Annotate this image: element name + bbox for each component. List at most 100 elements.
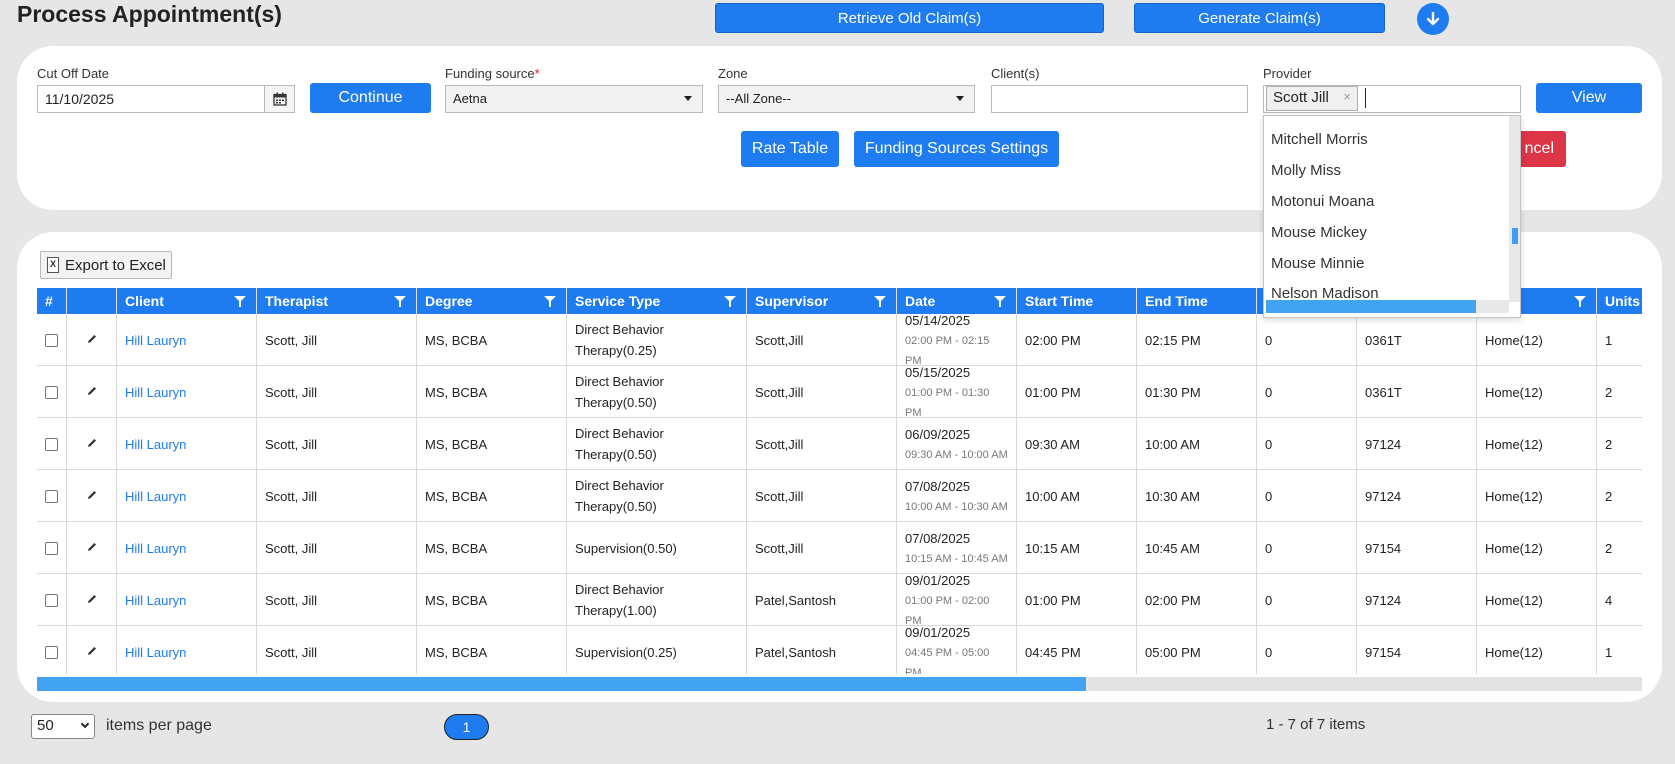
client-link[interactable]: Hill Lauryn (125, 538, 186, 559)
c10-cell: 0 (1257, 418, 1357, 470)
client-link[interactable]: Hill Lauryn (125, 330, 186, 351)
supervisor-value: Patel,Santosh (755, 644, 836, 660)
pencil-icon[interactable] (86, 434, 98, 455)
pencil-icon[interactable] (86, 590, 98, 611)
date-cell: 05/14/2025 02:00 PM - 02:15 PM (897, 313, 1017, 367)
start-value: 10:00 AM (1025, 488, 1080, 504)
client-link[interactable]: Hill Lauryn (125, 642, 186, 663)
col-header-units[interactable]: Units (1597, 288, 1642, 314)
row-select-cell (37, 366, 67, 418)
dropdown-option[interactable]: Motonui Moana (1271, 193, 1374, 210)
filter-icon[interactable] (1574, 296, 1586, 307)
c12-value: Home(12) (1485, 384, 1543, 400)
col-header-number: # (37, 288, 67, 314)
caret-down-icon (956, 96, 964, 101)
pencil-icon[interactable] (86, 486, 98, 507)
export-to-excel-button[interactable]: X Export to Excel (40, 251, 172, 279)
end-cell: 02:00 PM (1137, 574, 1257, 626)
view-button[interactable]: View (1536, 83, 1642, 113)
col-header-service-type[interactable]: Service Type (567, 288, 747, 314)
continue-button[interactable]: Continue (310, 83, 431, 113)
filter-icon[interactable] (874, 296, 886, 307)
degree-value: MS, BCBA (425, 592, 488, 608)
service-type-line1: Supervision(0.50) (575, 540, 677, 556)
pencil-icon[interactable] (86, 642, 98, 663)
pencil-icon[interactable] (86, 538, 98, 559)
row-checkbox[interactable] (45, 437, 58, 451)
client-link[interactable]: Hill Lauryn (125, 590, 186, 611)
table-row[interactable]: Hill Lauryn Scott, Jill MS, BCBA Direct Beh… (37, 418, 1642, 470)
provider-dropdown-list[interactable]: Mitchell Morris Molly Miss Motonui Moana… (1263, 115, 1521, 318)
table-row[interactable]: Hill Lauryn Scott, Jill MS, BCBA Supervisio… (37, 522, 1642, 574)
end-cell: 05:00 PM (1137, 626, 1257, 674)
page-size-select[interactable]: 50 (31, 714, 95, 739)
col-header-degree[interactable]: Degree (417, 288, 567, 314)
dropdown-vertical-scrollbar[interactable] (1509, 116, 1520, 302)
dropdown-vertical-scroll-thumb[interactable] (1512, 228, 1518, 244)
dropdown-option[interactable]: Molly Miss (1271, 162, 1341, 179)
row-checkbox[interactable] (45, 333, 58, 347)
service-type-cell: Supervision(0.50) (567, 522, 747, 574)
row-checkbox[interactable] (45, 645, 58, 659)
remove-tag-icon[interactable]: × (1343, 89, 1351, 104)
pencil-icon[interactable] (86, 330, 98, 351)
page-button-current[interactable]: 1 (444, 714, 489, 740)
cutoff-date-input[interactable]: 11/10/2025 (37, 85, 265, 113)
clients-input[interactable] (991, 85, 1248, 113)
col-header-supervisor[interactable]: Supervisor (747, 288, 897, 314)
table-row[interactable]: Hill Lauryn Scott, Jill MS, BCBA Direct Beh… (37, 470, 1642, 522)
grid-horizontal-scroll-thumb[interactable] (37, 677, 1086, 691)
filter-icon[interactable] (394, 296, 406, 307)
filter-icon[interactable] (994, 296, 1006, 307)
col-header-start-time[interactable]: Start Time (1017, 288, 1137, 314)
client-link[interactable]: Hill Lauryn (125, 486, 186, 507)
funding-source-label: Funding source* (445, 66, 540, 81)
therapist-value: Scott, Jill (265, 644, 318, 660)
calendar-button[interactable] (264, 85, 295, 113)
filter-icon[interactable] (234, 296, 246, 307)
funding-sources-settings-button[interactable]: Funding Sources Settings (854, 131, 1059, 167)
row-checkbox[interactable] (45, 541, 58, 555)
row-checkbox[interactable] (45, 593, 58, 607)
service-type-line1: Direct Behavior (575, 478, 664, 493)
pencil-icon[interactable] (86, 382, 98, 403)
zone-select[interactable]: --All Zone-- (718, 85, 975, 113)
table-row[interactable]: Hill Lauryn Scott, Jill MS, BCBA Direct Beh… (37, 365, 1642, 419)
start-value: 01:00 PM (1025, 384, 1081, 400)
filter-icon[interactable] (544, 296, 556, 307)
service-type-line1: Direct Behavior (575, 426, 664, 441)
retrieve-old-claims-button[interactable]: Retrieve Old Claim(s) (715, 3, 1104, 33)
end-value: 10:30 AM (1145, 488, 1200, 504)
col-header-client[interactable]: Client (117, 288, 257, 314)
date-cell: 07/08/2025 10:00 AM - 10:30 AM (897, 470, 1017, 522)
units-cell: 4 (1597, 574, 1642, 626)
table-row[interactable]: Hill Lauryn Scott, Jill MS, BCBA Direct Beh… (37, 573, 1642, 627)
col-header-therapist[interactable]: Therapist (257, 288, 417, 314)
row-checkbox[interactable] (45, 385, 58, 399)
scroll-down-button[interactable] (1417, 3, 1449, 35)
provider-tag[interactable]: Scott Jill × (1266, 86, 1358, 111)
client-link[interactable]: Hill Lauryn (125, 434, 186, 455)
funding-source-select[interactable]: Aetna (445, 85, 703, 113)
dropdown-horizontal-scroll-thumb[interactable] (1266, 300, 1476, 313)
row-edit-cell (67, 522, 117, 574)
degree-value: MS, BCBA (425, 540, 488, 556)
c12-cell: Home(12) (1477, 418, 1597, 470)
therapist-cell: Scott, Jill (257, 470, 417, 522)
end-value: 05:00 PM (1145, 644, 1201, 660)
row-checkbox[interactable] (45, 489, 58, 503)
dropdown-option[interactable]: Mitchell Morris (1271, 131, 1368, 148)
client-link[interactable]: Hill Lauryn (125, 382, 186, 403)
generate-claims-button[interactable]: Generate Claim(s) (1134, 3, 1385, 33)
dropdown-option[interactable]: Mouse Minnie (1271, 255, 1364, 272)
date-value: 09/01/2025 (905, 572, 971, 588)
rate-table-button[interactable]: Rate Table (741, 131, 839, 167)
filter-icon[interactable] (724, 296, 736, 307)
dropdown-option[interactable]: Mouse Mickey (1271, 224, 1367, 241)
table-row[interactable]: Hill Lauryn Scott, Jill MS, BCBA Direct Beh… (37, 313, 1642, 367)
table-row[interactable]: Hill Lauryn Scott, Jill MS, BCBA Supervisio… (37, 625, 1642, 674)
supervisor-value: Scott,Jill (755, 488, 804, 504)
col-header-end-time[interactable]: End Time (1137, 288, 1257, 314)
c10-value: 0 (1265, 384, 1273, 400)
c11-value: 0361T (1365, 332, 1402, 348)
